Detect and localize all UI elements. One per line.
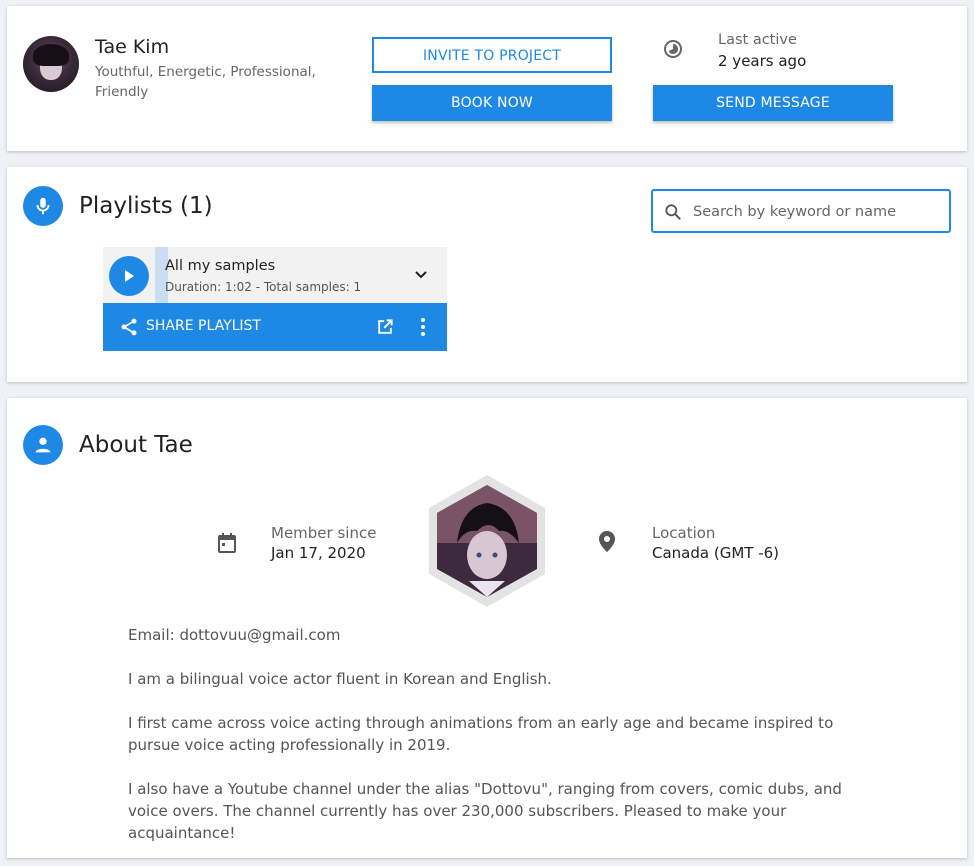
profile-card: Tae Kim Youthful, Energetic, Professiona…: [7, 6, 967, 151]
about-card: About Tae Member since Jan 17, 2020 Loca…: [7, 398, 967, 858]
playlist-item[interactable]: All my samples Duration: 1:02 - Total sa…: [103, 247, 447, 303]
avatar[interactable]: [23, 36, 79, 92]
profile-name: Tae Kim: [95, 36, 170, 58]
location-value: Canada (GMT -6): [652, 544, 780, 562]
bio-email: Email: dottovuu@gmail.com: [128, 626, 341, 644]
open-in-new-icon[interactable]: [375, 317, 395, 337]
more-vertical-icon[interactable]: [419, 317, 427, 337]
profile-tags: Youthful, Energetic, Professional, Frien…: [95, 64, 316, 100]
member-since-value: Jan 17, 2020: [271, 544, 366, 562]
playlist-actions-bar: SHARE PLAYLIST: [103, 303, 447, 351]
last-active-label: Last active: [718, 32, 797, 48]
playlists-card: Playlists (1) All my samples Duration: 1…: [7, 167, 967, 382]
calendar-icon: [218, 533, 236, 553]
microphone-icon: [23, 186, 63, 226]
playlist-progress: [155, 247, 168, 303]
profile-avatar-large: [425, 473, 549, 609]
playlist-meta: Duration: 1:02 - Total samples: 1: [165, 280, 362, 294]
play-button[interactable]: [109, 256, 149, 296]
location-pin-icon: [599, 531, 615, 552]
history-icon: [664, 40, 682, 58]
location-label: Location: [652, 524, 716, 542]
share-icon[interactable]: [119, 317, 139, 337]
bio-paragraph: I first came across voice acting through…: [128, 714, 834, 754]
chevron-down-icon[interactable]: [411, 265, 431, 285]
last-active-value: 2 years ago: [718, 52, 807, 70]
about-title: About Tae: [79, 432, 193, 458]
search-icon: [665, 204, 681, 220]
share-playlist-button[interactable]: SHARE PLAYLIST: [146, 318, 261, 334]
playlists-title: Playlists (1): [79, 193, 213, 219]
playlist-search[interactable]: [651, 189, 951, 233]
person-icon: [23, 425, 63, 465]
book-now-button[interactable]: BOOK NOW: [372, 85, 612, 121]
bio-paragraph: I am a bilingual voice actor fluent in K…: [128, 670, 552, 688]
send-message-button[interactable]: SEND MESSAGE: [653, 85, 893, 121]
playlist-name: All my samples: [165, 258, 276, 274]
play-icon: [125, 270, 134, 282]
about-bio: Email: dottovuu@gmail.com I am a bilingu…: [128, 624, 848, 866]
bio-paragraph: I also have a Youtube channel under the …: [128, 780, 842, 842]
invite-to-project-button[interactable]: INVITE TO PROJECT: [372, 37, 612, 73]
member-since-label: Member since: [271, 524, 377, 542]
search-input[interactable]: [691, 199, 945, 225]
avatar-hair: [33, 44, 69, 66]
